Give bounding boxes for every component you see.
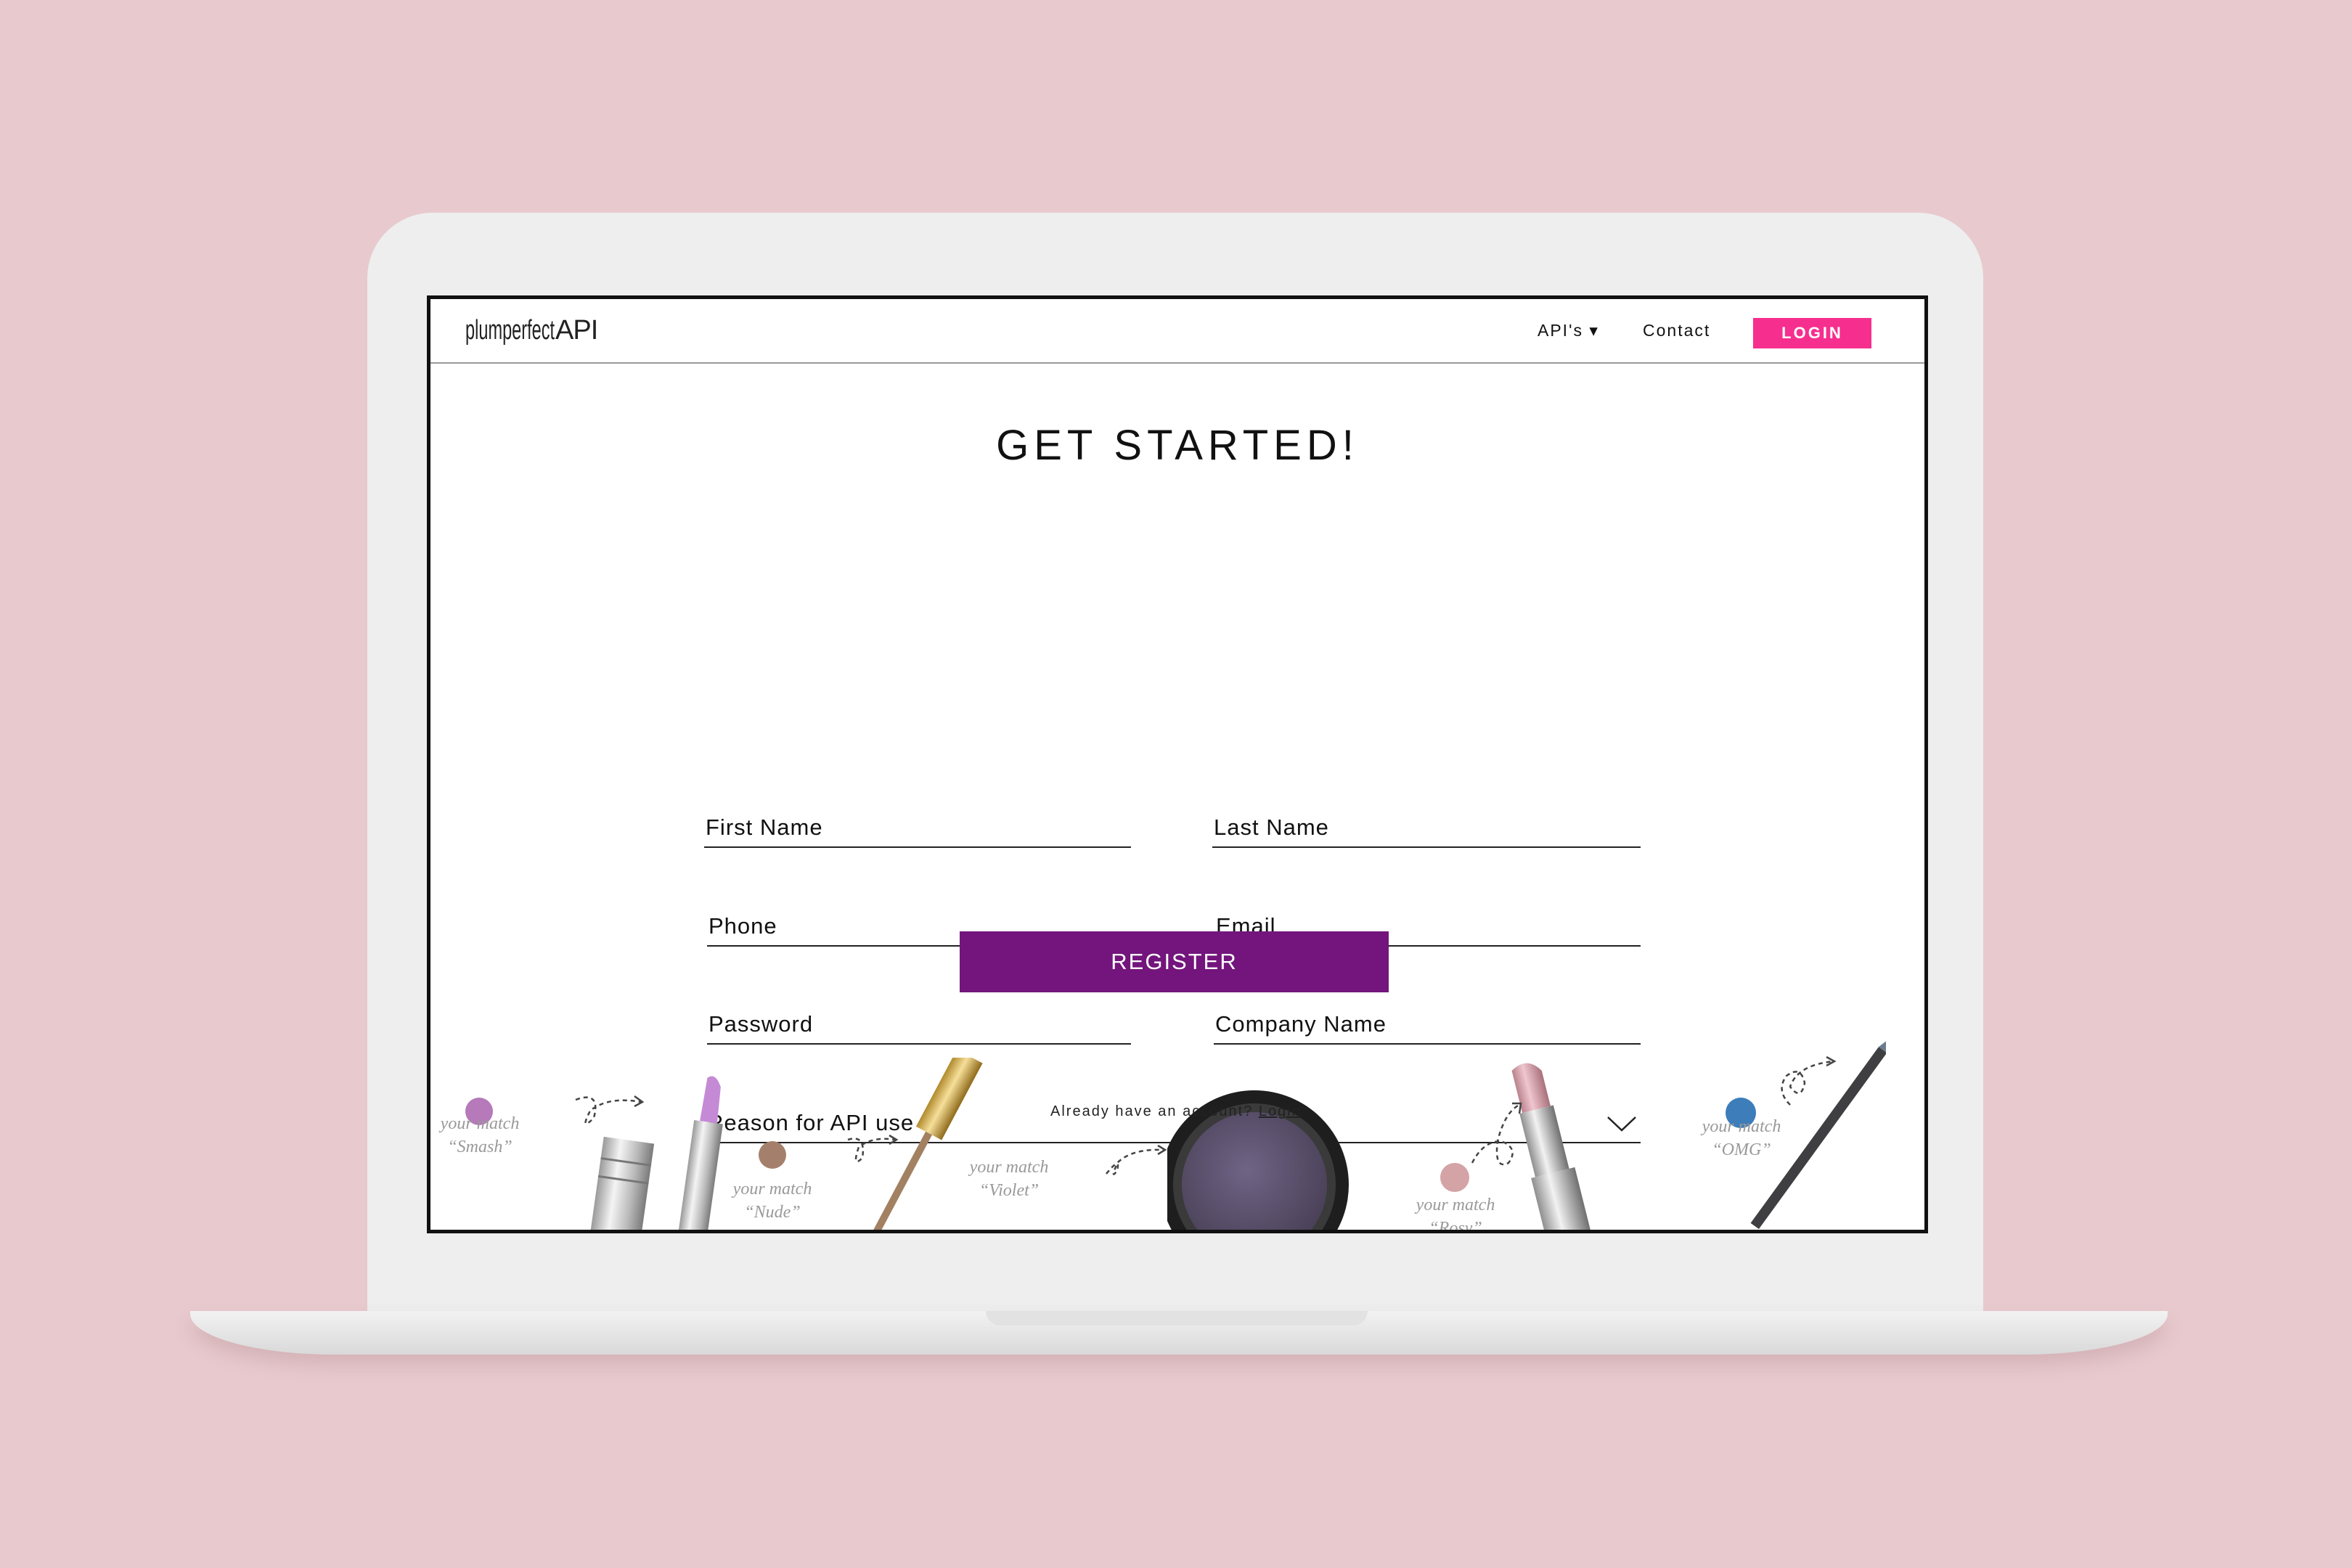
match-label-nude: your match “Nude”	[732, 1180, 812, 1222]
dashed-arrow-icon	[1781, 1055, 1837, 1106]
last-name-label: Last Name	[1214, 814, 1329, 840]
top-navbar: plumperfectAPI API's ▾ Contact LOGIN	[430, 299, 1924, 364]
nav-contact-link[interactable]: Contact	[1643, 321, 1710, 340]
laptop-base-notch	[986, 1311, 1368, 1326]
company-name-field[interactable]: Company Name	[1214, 1000, 1641, 1045]
dashed-arrow-icon	[847, 1134, 899, 1163]
plum-perfect-logo[interactable]: plumperfectAPI	[465, 315, 598, 346]
last-name-field[interactable]: Last Name	[1212, 803, 1641, 848]
company-name-label: Company Name	[1215, 1011, 1387, 1037]
first-name-label: First Name	[706, 814, 823, 840]
login-button[interactable]: LOGIN	[1753, 318, 1871, 348]
match-label-smash: your match “Smash”	[440, 1114, 520, 1156]
register-button[interactable]: REGISTER	[960, 931, 1389, 992]
password-label: Password	[709, 1011, 814, 1037]
already-have-account-text: Already have an account? Login	[1050, 1103, 1302, 1119]
phone-label: Phone	[709, 913, 777, 939]
page-title: GET STARTED!	[996, 422, 1359, 469]
match-label-violet: your match “Violet”	[969, 1158, 1049, 1200]
match-label-rosy: your match “Rosy”	[1416, 1196, 1495, 1233]
login-link[interactable]: Login	[1259, 1103, 1302, 1119]
swatch-rosy	[1440, 1163, 1469, 1192]
laptop-screen: plumperfectAPI API's ▾ Contact LOGIN GET…	[427, 295, 1928, 1233]
swatch-nude	[759, 1141, 786, 1169]
nav-apis-dropdown[interactable]: API's ▾	[1538, 321, 1599, 340]
password-field[interactable]: Password	[707, 1000, 1131, 1045]
dashed-arrow-icon	[1471, 1102, 1522, 1166]
first-name-field[interactable]: First Name	[704, 803, 1131, 848]
match-label-omg: your match “OMG”	[1702, 1117, 1781, 1159]
purple-lipstick-image	[590, 1076, 723, 1230]
dashed-arrow-icon	[575, 1095, 645, 1125]
dashed-arrow-icon	[1106, 1144, 1167, 1175]
